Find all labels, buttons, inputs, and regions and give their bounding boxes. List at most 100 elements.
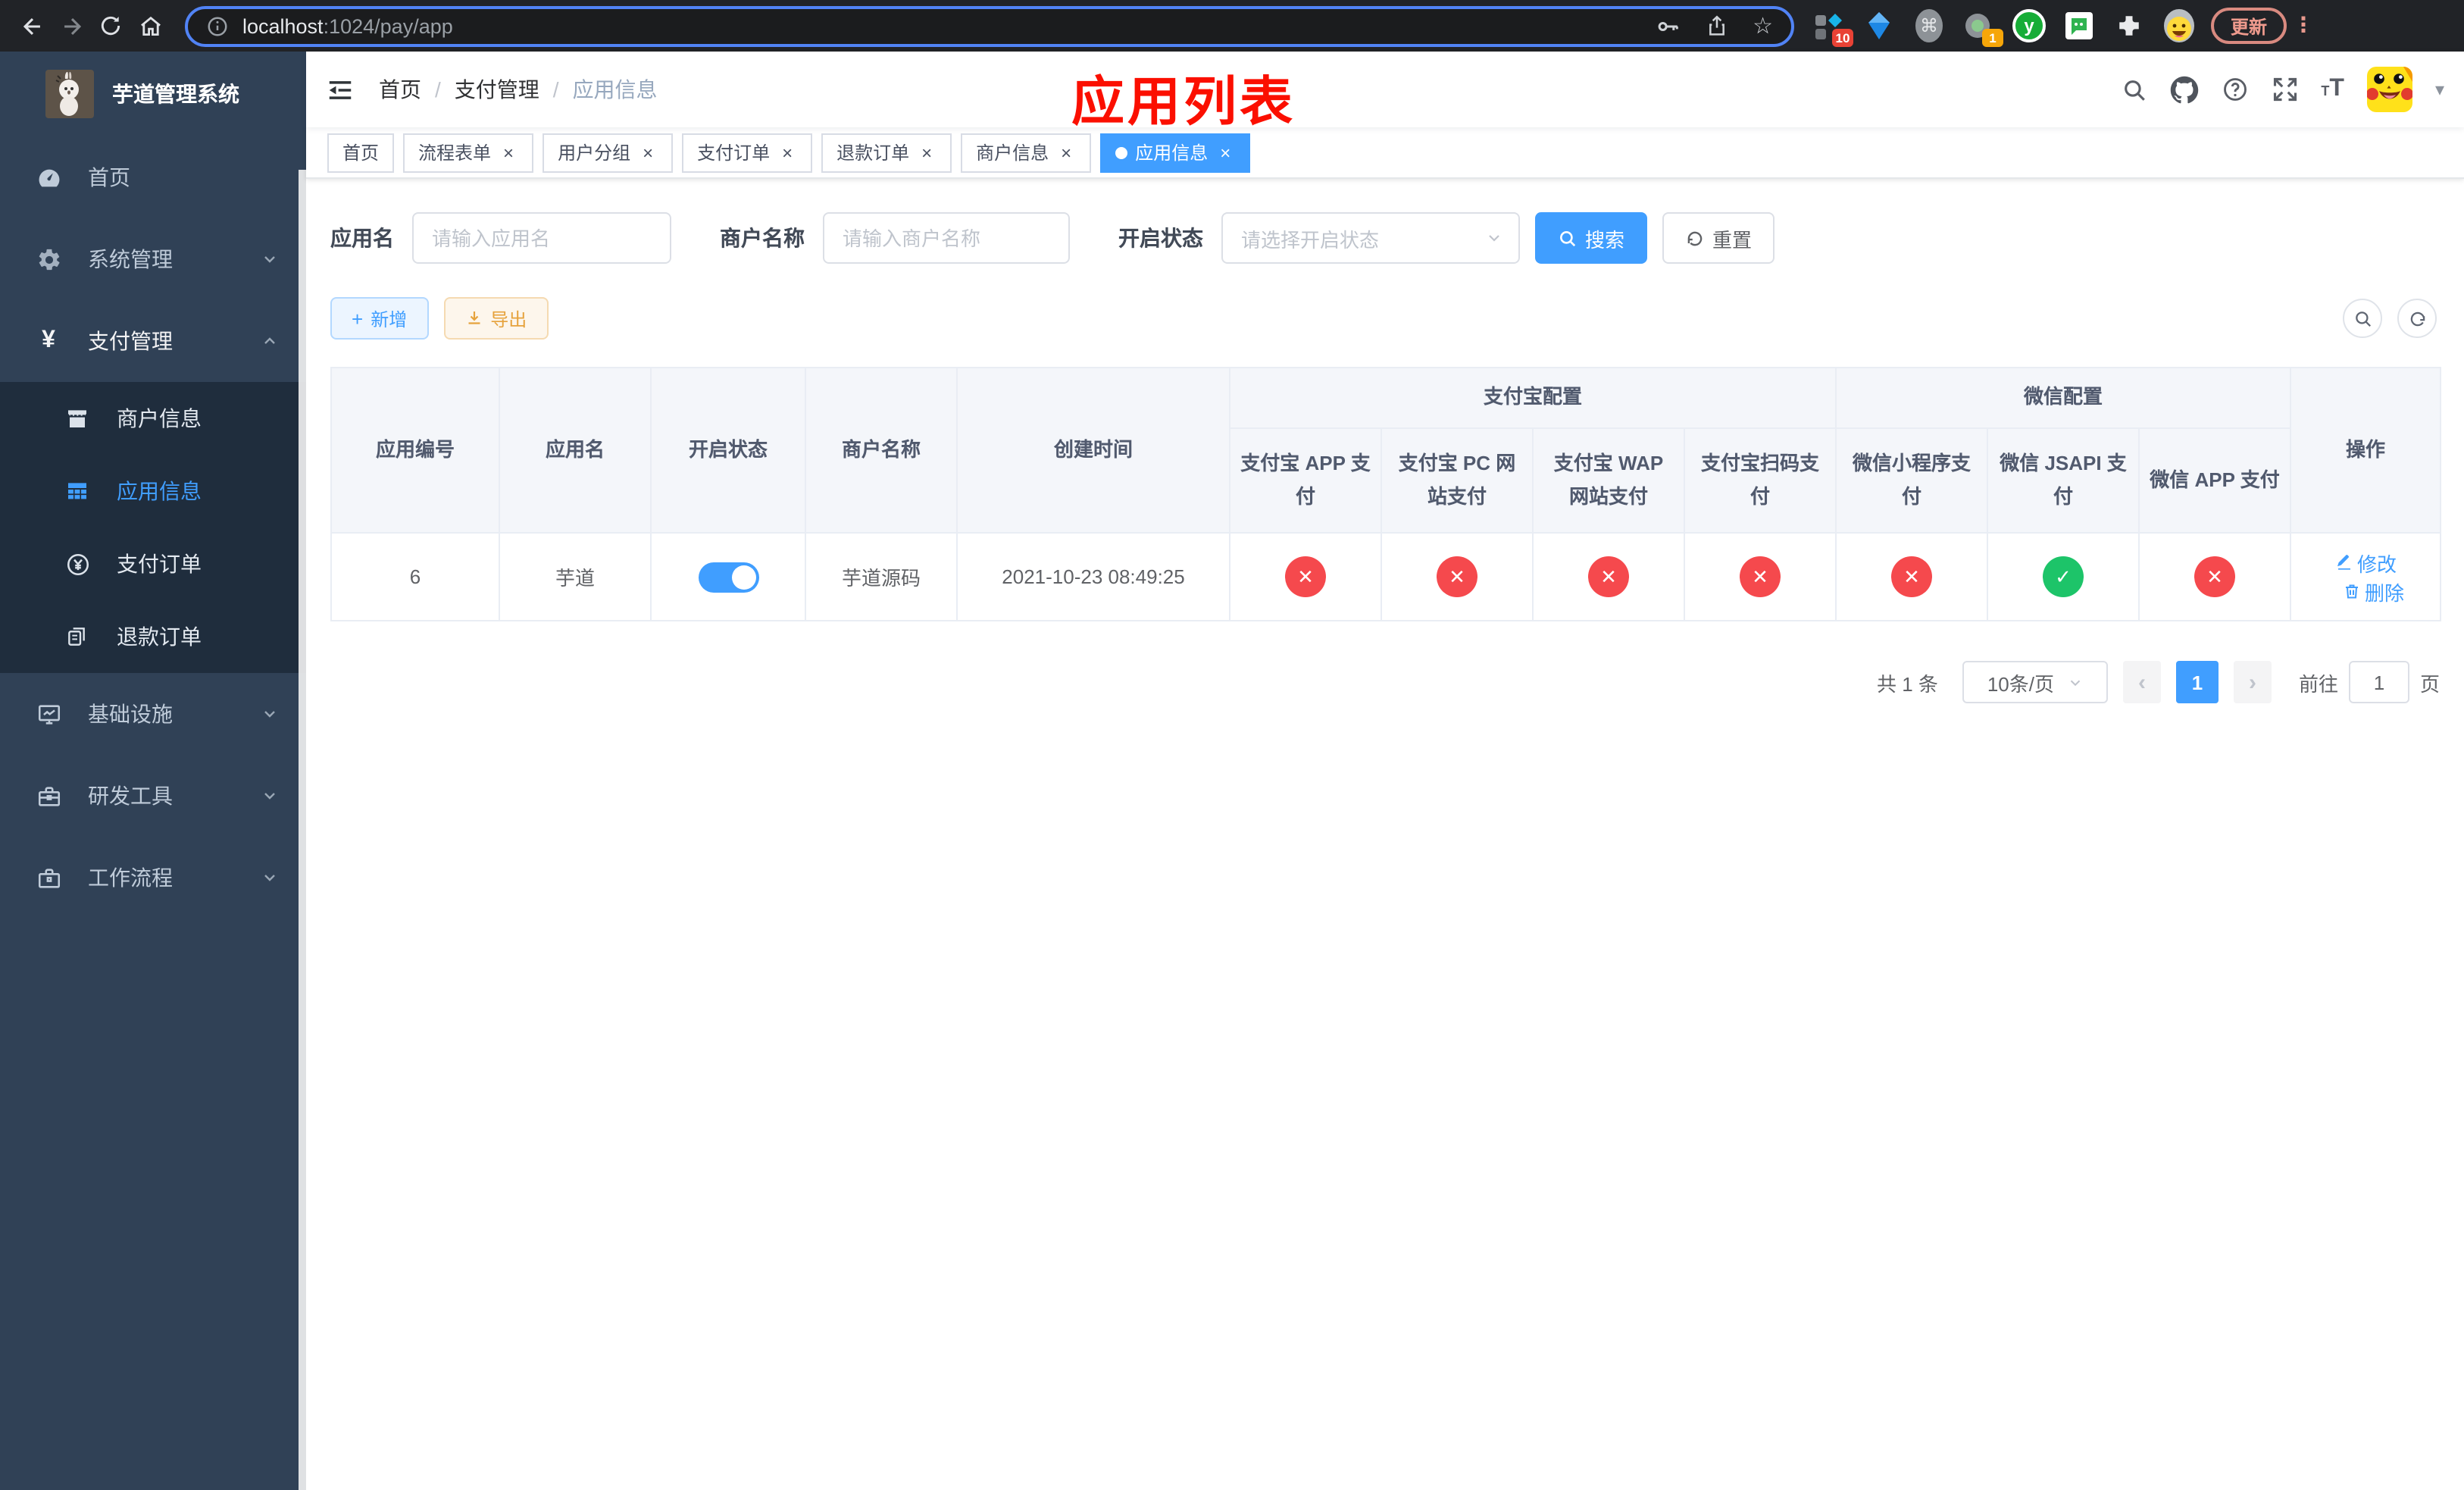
cell-created: 2021-10-23 08:49:25 [956,532,1230,621]
close-icon[interactable] [1056,142,1076,162]
channel-status-icon: ✕ [2194,556,2236,597]
goto-page-input[interactable] [2348,661,2409,703]
col-group-wechat: 微信配置 [1835,367,2292,429]
cell-id: 6 [330,532,500,621]
tag-app-info[interactable]: 应用信息 [1100,133,1251,172]
screen: localhost:1024/pay/app 10 [0,0,2464,1490]
sidebar-item-system[interactable]: 系统管理 [0,218,306,300]
search-button[interactable]: 搜索 [1535,212,1648,264]
breadcrumb-section[interactable]: 支付管理 [455,74,539,105]
show-search-button[interactable] [2343,299,2382,338]
channel-status-icon: ✕ [1437,556,1477,597]
status-select[interactable]: 请选择开启状态 [1221,212,1520,264]
close-icon[interactable] [638,142,658,162]
edit-link[interactable]: 修改 [2334,548,2397,577]
tag-merchant-info[interactable]: 商户信息 [961,133,1092,172]
extension-recorder-icon[interactable]: 1 [1962,8,2003,47]
extension-y-icon[interactable]: y [2012,9,2046,42]
sidebar-item-workflow[interactable]: 工作流程 [0,837,306,919]
cell-merchant: 芋道源码 [805,532,958,621]
github-icon[interactable] [2169,75,2198,104]
extension-bar: 10 1 y [1812,8,2196,47]
breadcrumb-current: 应用信息 [572,77,658,102]
sidebar-item-payment[interactable]: 支付管理 [0,300,306,382]
app-name-input[interactable] [412,212,671,264]
sidebar-item-merchant-info[interactable]: 商户信息 [0,382,306,455]
help-icon[interactable] [2221,76,2248,103]
app-logo[interactable]: 芋道管理系统 [0,52,306,136]
breadcrumb-separator [553,77,559,102]
header-search-icon[interactable] [2121,77,2147,102]
app-table: 应用编号 应用名 开启状态 商户名称 创建时间 支付宝配置 微信配置 操作 支付… [330,367,2442,621]
sidebar-item-dev-tools[interactable]: 研发工具 [0,755,306,837]
breadcrumb-home[interactable]: 首页 [379,74,421,105]
sidebar-item-infra[interactable]: 基础设施 [0,673,306,755]
add-button[interactable]: 新增 [330,297,429,340]
url-bar[interactable]: localhost:1024/pay/app [185,5,1794,46]
status-select-placeholder: 请选择开启状态 [1241,228,1380,251]
sidebar-item-refund-orders[interactable]: 退款订单 [0,600,306,673]
tag-refund-orders[interactable]: 退款订单 [821,133,952,172]
refresh-icon [1687,230,1703,246]
reset-button[interactable]: 重置 [1662,212,1775,264]
browser-back-icon[interactable] [12,6,52,45]
sidebar-fold-icon[interactable] [306,75,367,104]
sidebar-item-pay-orders[interactable]: 支付订单 [0,527,306,600]
password-key-icon[interactable] [1654,13,1680,39]
page-1-button[interactable]: 1 [2175,661,2219,703]
close-icon[interactable] [917,142,937,162]
close-icon[interactable] [1215,142,1235,162]
browser-home-icon[interactable] [130,6,170,45]
tag-home[interactable]: 首页 [327,133,395,172]
extension-chat-icon[interactable] [2062,8,2096,44]
extension-gem-icon[interactable] [1862,8,1896,44]
gear-icon [32,246,65,272]
navbar-actions [2121,67,2464,112]
refresh-table-button[interactable] [2397,299,2437,338]
dashboard-icon [32,164,65,190]
chevron-up-icon [261,332,279,350]
search-icon [2355,311,2371,327]
sidebar-item-home[interactable]: 首页 [0,136,306,218]
url-text: localhost:1024/pay/app [242,14,453,37]
plus-icon [352,307,363,330]
enabled-toggle[interactable] [698,562,758,592]
col-header-alipay-pc: 支付宝 PC 网站支付 [1381,427,1534,534]
sidebar-item-app-info[interactable]: 应用信息 [0,455,306,527]
close-icon[interactable] [777,142,797,162]
toggle-knob [731,565,755,589]
share-icon[interactable] [1704,14,1728,38]
extensions-puzzle-icon[interactable] [2112,8,2146,44]
bookmark-star-icon[interactable] [1753,11,1773,40]
browser-menu-icon[interactable] [2293,12,2314,39]
goto-unit: 页 [2419,672,2440,695]
main-content: 应用名 商户名称 开启状态 请选择开启状态 搜索 [306,179,2464,1490]
page-size-select[interactable]: 10条/页 [1962,661,2108,703]
site-info-icon[interactable] [206,14,229,37]
breadcrumb: 首页 支付管理 应用信息 [379,74,658,105]
tag-user-group[interactable]: 用户分组 [543,133,674,172]
chevron-down-icon [261,869,279,887]
tag-process-form[interactable]: 流程表单 [403,133,534,172]
extension-command-icon[interactable] [1912,8,1946,44]
tag-pay-orders[interactable]: 支付订单 [682,133,813,172]
status-label: 开启状态 [1118,226,1203,250]
delete-link[interactable]: 删除 [2342,577,2404,606]
merchant-name-input[interactable] [823,212,1070,264]
sidebar-item-label: 支付订单 [117,552,202,576]
profile-emoji-icon[interactable] [2162,8,2196,44]
browser-reload-icon[interactable] [91,6,130,45]
browser-update-button[interactable]: 更新 [2211,8,2287,44]
fullscreen-icon[interactable] [2271,76,2298,103]
avatar[interactable] [2366,67,2412,112]
next-page-button[interactable] [2233,661,2272,703]
prev-page-button[interactable] [2122,661,2161,703]
browser-forward-icon[interactable] [52,6,91,45]
extension-blocks-icon[interactable]: 10 [1812,8,1853,47]
export-button[interactable]: 导出 [443,297,549,340]
sidebar-item-label: 研发工具 [88,784,173,808]
sidebar-scrollbar[interactable] [299,170,306,1490]
avatar-caret-icon[interactable] [2435,76,2444,103]
close-icon[interactable] [499,142,518,162]
font-size-icon[interactable] [2321,77,2344,102]
